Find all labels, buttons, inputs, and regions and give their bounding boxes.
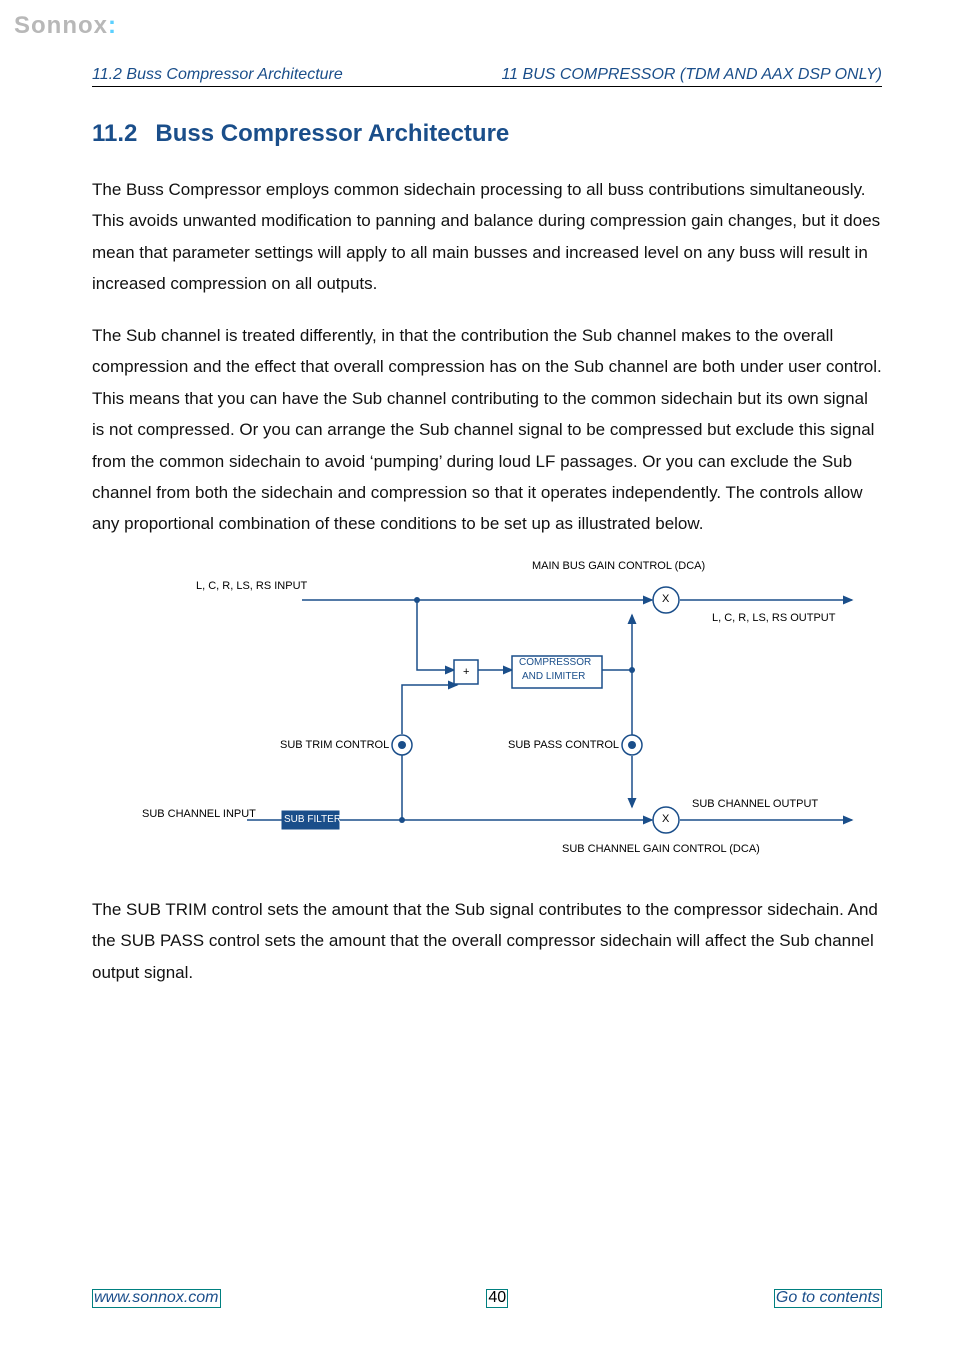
paragraph-1: The Buss Compressor employs common sidec… (92, 174, 882, 300)
footer-left-link[interactable]: www.sonnox.com (92, 1289, 221, 1308)
label-sub-pass: SUB PASS CONTROL (508, 739, 619, 751)
section-number: 11.2 (92, 120, 137, 147)
label-sub-output: SUB CHANNEL OUTPUT (692, 798, 818, 810)
paragraph-2: The Sub channel is treated differently, … (92, 320, 882, 540)
running-header-left: 11.2 Buss Compressor Architecture (92, 66, 343, 84)
label-x-main: X (662, 593, 669, 605)
section-title-text: Buss Compressor Architecture (155, 120, 509, 147)
label-compressor-line1: COMPRESSOR (519, 657, 591, 668)
label-sub-trim: SUB TRIM CONTROL (280, 739, 389, 751)
brand-logo-text: Sonnox (14, 12, 108, 39)
label-plus: + (463, 666, 469, 678)
footer-right-link[interactable]: Go to contents (774, 1289, 882, 1308)
label-compressor-line2: AND LIMITER (522, 671, 585, 682)
label-x-sub: X (662, 813, 669, 825)
label-sub-input: SUB CHANNEL INPUT (142, 808, 256, 820)
website-link[interactable]: www.sonnox.com (94, 1289, 219, 1306)
paragraph-3: The SUB TRIM control sets the amount tha… (92, 894, 882, 988)
running-header: 11.2 Buss Compressor Architecture 11 BUS… (92, 66, 882, 87)
page-number: 40 (486, 1289, 508, 1308)
contents-link[interactable]: Go to contents (776, 1289, 880, 1306)
running-header-right: 11 BUS COMPRESSOR (TDM AND AAX DSP ONLY) (501, 66, 882, 84)
section-heading: 11.2 Buss Compressor Architecture (92, 120, 882, 148)
label-main-input: L, C, R, LS, RS INPUT (196, 580, 307, 592)
architecture-diagram: MAIN BUS GAIN CONTROL (DCA) L, C, R, LS,… (132, 560, 922, 870)
brand-logo-accent: : (108, 12, 117, 39)
brand-logo: Sonnox: (14, 12, 117, 40)
label-sub-gain: SUB CHANNEL GAIN CONTROL (DCA) (562, 843, 760, 855)
label-main-gain: MAIN BUS GAIN CONTROL (DCA) (532, 560, 705, 572)
diagram-svg (132, 560, 922, 870)
label-sub-filter: SUB FILTER (284, 814, 341, 825)
label-main-output: L, C, R, LS, RS OUTPUT (712, 612, 835, 624)
page-content: 11.2 Buss Compressor Architecture The Bus… (92, 120, 882, 1008)
page-footer: www.sonnox.com 40 Go to contents (92, 1289, 882, 1308)
